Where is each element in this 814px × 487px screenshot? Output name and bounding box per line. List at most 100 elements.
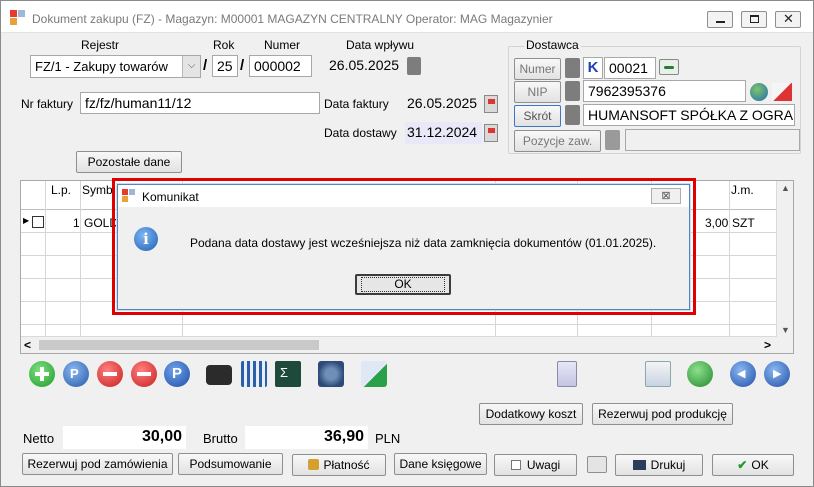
- nr-faktury-value: fz/fz/human11/12: [85, 95, 192, 111]
- numer-value: 000002: [254, 58, 301, 74]
- calendar-icon[interactable]: [484, 95, 498, 113]
- podsumowanie-button[interactable]: Podsumowanie: [178, 453, 283, 475]
- dostawca-numer-value: 00021: [609, 60, 648, 76]
- print-preview-icon[interactable]: [587, 456, 607, 473]
- scroll-up-icon[interactable]: ▲: [781, 183, 790, 193]
- dane-ksiegowe-label: Dane księgowe: [399, 457, 482, 471]
- dodatkowy-koszt-button[interactable]: Dodatkowy koszt: [479, 403, 583, 425]
- col-symbol-header[interactable]: Symb: [82, 183, 113, 197]
- rok-label: Rok: [213, 38, 235, 52]
- rejestr-label: Rejestr: [81, 38, 120, 52]
- sum-icon[interactable]: Σ: [275, 361, 301, 387]
- last-record-icon[interactable]: ▶: [764, 361, 790, 387]
- komunikat-dialog: Komunikat ⊠ i Podana data dostawy jest w…: [117, 184, 690, 310]
- pozycje-zaw-field: [625, 129, 800, 151]
- grid-divider: [729, 181, 730, 338]
- dialog-ok-label: OK: [361, 277, 445, 292]
- nr-faktury-field[interactable]: fz/fz/human11/12: [80, 92, 320, 114]
- lookup-icon[interactable]: [605, 130, 620, 150]
- skrot-field[interactable]: HUMANSOFT SPÓŁKA Z OGRA: [583, 104, 795, 126]
- numer-button[interactable]: Numer: [514, 58, 561, 80]
- rezerwuj-zamowienia-button[interactable]: Rezerwuj pod zamówienia: [22, 453, 173, 475]
- drukuj-button[interactable]: Drukuj: [615, 454, 703, 476]
- nip-button[interactable]: NIP: [514, 81, 561, 103]
- rok-field[interactable]: 25: [212, 55, 238, 77]
- pozostale-dane-button[interactable]: Pozostałe dane: [76, 151, 182, 173]
- printer-icon: [632, 460, 646, 470]
- parking-icon[interactable]: P: [164, 361, 190, 387]
- document-window: Dokument zakupu (FZ) - Magazyn: M00001 M…: [0, 0, 814, 487]
- separator-slash: /: [203, 57, 208, 74]
- row-checkbox[interactable]: [32, 216, 44, 228]
- row-jm: SZT: [732, 216, 755, 230]
- chart-icon[interactable]: [361, 361, 387, 387]
- data-faktury-label: Data faktury: [324, 97, 389, 111]
- lookup-icon[interactable]: [565, 58, 580, 78]
- kontrahent-type-indicator[interactable]: K: [583, 57, 603, 79]
- drukuj-label: Drukuj: [650, 458, 686, 472]
- row-lp: 1: [73, 216, 80, 230]
- close-icon: ⊠: [661, 190, 671, 202]
- row-divider: [21, 324, 779, 325]
- settings-icon[interactable]: [318, 361, 344, 387]
- skrot-button[interactable]: Skrót: [514, 105, 561, 127]
- lookup-icon[interactable]: [565, 81, 580, 101]
- add-icon[interactable]: [29, 361, 55, 387]
- platnosc-button[interactable]: Płatność: [292, 454, 386, 476]
- row-quantity: 3,00: [705, 216, 729, 230]
- vertical-scrollbar[interactable]: ▲ ▼: [776, 181, 793, 353]
- calendar-icon[interactable]: [407, 57, 421, 75]
- dialog-title: Komunikat: [142, 190, 199, 204]
- binoculars-icon[interactable]: [206, 365, 232, 385]
- uwagi-button[interactable]: Uwagi: [494, 454, 577, 476]
- ok-button[interactable]: ✔ OK: [712, 454, 794, 476]
- delete-checked-icon[interactable]: [131, 361, 157, 387]
- link-icon[interactable]: [659, 59, 679, 75]
- window-title: Dokument zakupu (FZ) - Magazyn: M00001 M…: [32, 12, 553, 26]
- preview-icon[interactable]: P: [63, 361, 89, 387]
- scroll-thumb[interactable]: [39, 340, 319, 350]
- dostawca-numer-field[interactable]: 00021: [604, 57, 656, 79]
- scroll-right-icon[interactable]: >: [764, 338, 771, 352]
- delete-icon[interactable]: [97, 361, 123, 387]
- refresh-icon[interactable]: [687, 361, 713, 387]
- data-dostawy-field[interactable]: 31.12.2024: [405, 122, 482, 144]
- minimize-button[interactable]: [707, 11, 733, 28]
- maximize-button[interactable]: [741, 11, 767, 28]
- close-button[interactable]: ✕: [775, 11, 801, 28]
- chevron-down-icon[interactable]: ⌵: [182, 56, 200, 77]
- nip-value: 7962395376: [588, 83, 666, 99]
- podsumowanie-label: Podsumowanie: [189, 457, 272, 471]
- nip-field[interactable]: 7962395376: [583, 80, 746, 102]
- horizontal-scrollbar[interactable]: < >: [21, 336, 777, 353]
- rezerwuj-zamowienia-label: Rezerwuj pod zamówienia: [27, 457, 168, 471]
- spreadsheet-icon[interactable]: [241, 361, 267, 387]
- pozycje-zaw-button[interactable]: Pozycje zaw.: [514, 130, 601, 152]
- dialog-ok-button[interactable]: OK: [355, 274, 451, 295]
- map-icon[interactable]: [772, 83, 792, 101]
- ok-label: OK: [751, 458, 769, 472]
- calendar-icon[interactable]: [484, 124, 498, 142]
- rezerwuj-produkcje-button[interactable]: Rezerwuj pod produkcję: [592, 403, 733, 425]
- copy-icon[interactable]: [645, 361, 671, 387]
- data-faktury-value[interactable]: 26.05.2025: [407, 95, 477, 111]
- scroll-left-icon[interactable]: <: [24, 338, 31, 352]
- globe-icon[interactable]: [750, 83, 768, 101]
- scroll-down-icon[interactable]: ▼: [781, 325, 790, 335]
- numer-field[interactable]: 000002: [249, 55, 312, 77]
- col-jm-header[interactable]: J.m.: [731, 183, 754, 197]
- document-icon[interactable]: [557, 361, 577, 387]
- payment-icon: [308, 459, 320, 470]
- numer-label: Numer: [264, 38, 301, 52]
- col-lp-header[interactable]: L.p.: [51, 183, 71, 197]
- dialog-close-button[interactable]: ⊠: [651, 188, 681, 204]
- first-record-icon[interactable]: ◀: [730, 361, 756, 387]
- data-wplywu-label: Data wpływu: [346, 38, 415, 52]
- dialog-message: Podana data dostawy jest wcześniejsza ni…: [190, 236, 657, 250]
- dane-ksiegowe-button[interactable]: Dane księgowe: [394, 453, 487, 475]
- pozycje-zaw-label: Pozycje zaw.: [522, 134, 593, 148]
- info-icon: i: [134, 227, 158, 251]
- lookup-icon[interactable]: [565, 105, 580, 125]
- rejestr-select[interactable]: FZ/1 - Zakupy towarów ⌵: [30, 55, 201, 78]
- rejestr-select-value: FZ/1 - Zakupy towarów: [35, 59, 168, 74]
